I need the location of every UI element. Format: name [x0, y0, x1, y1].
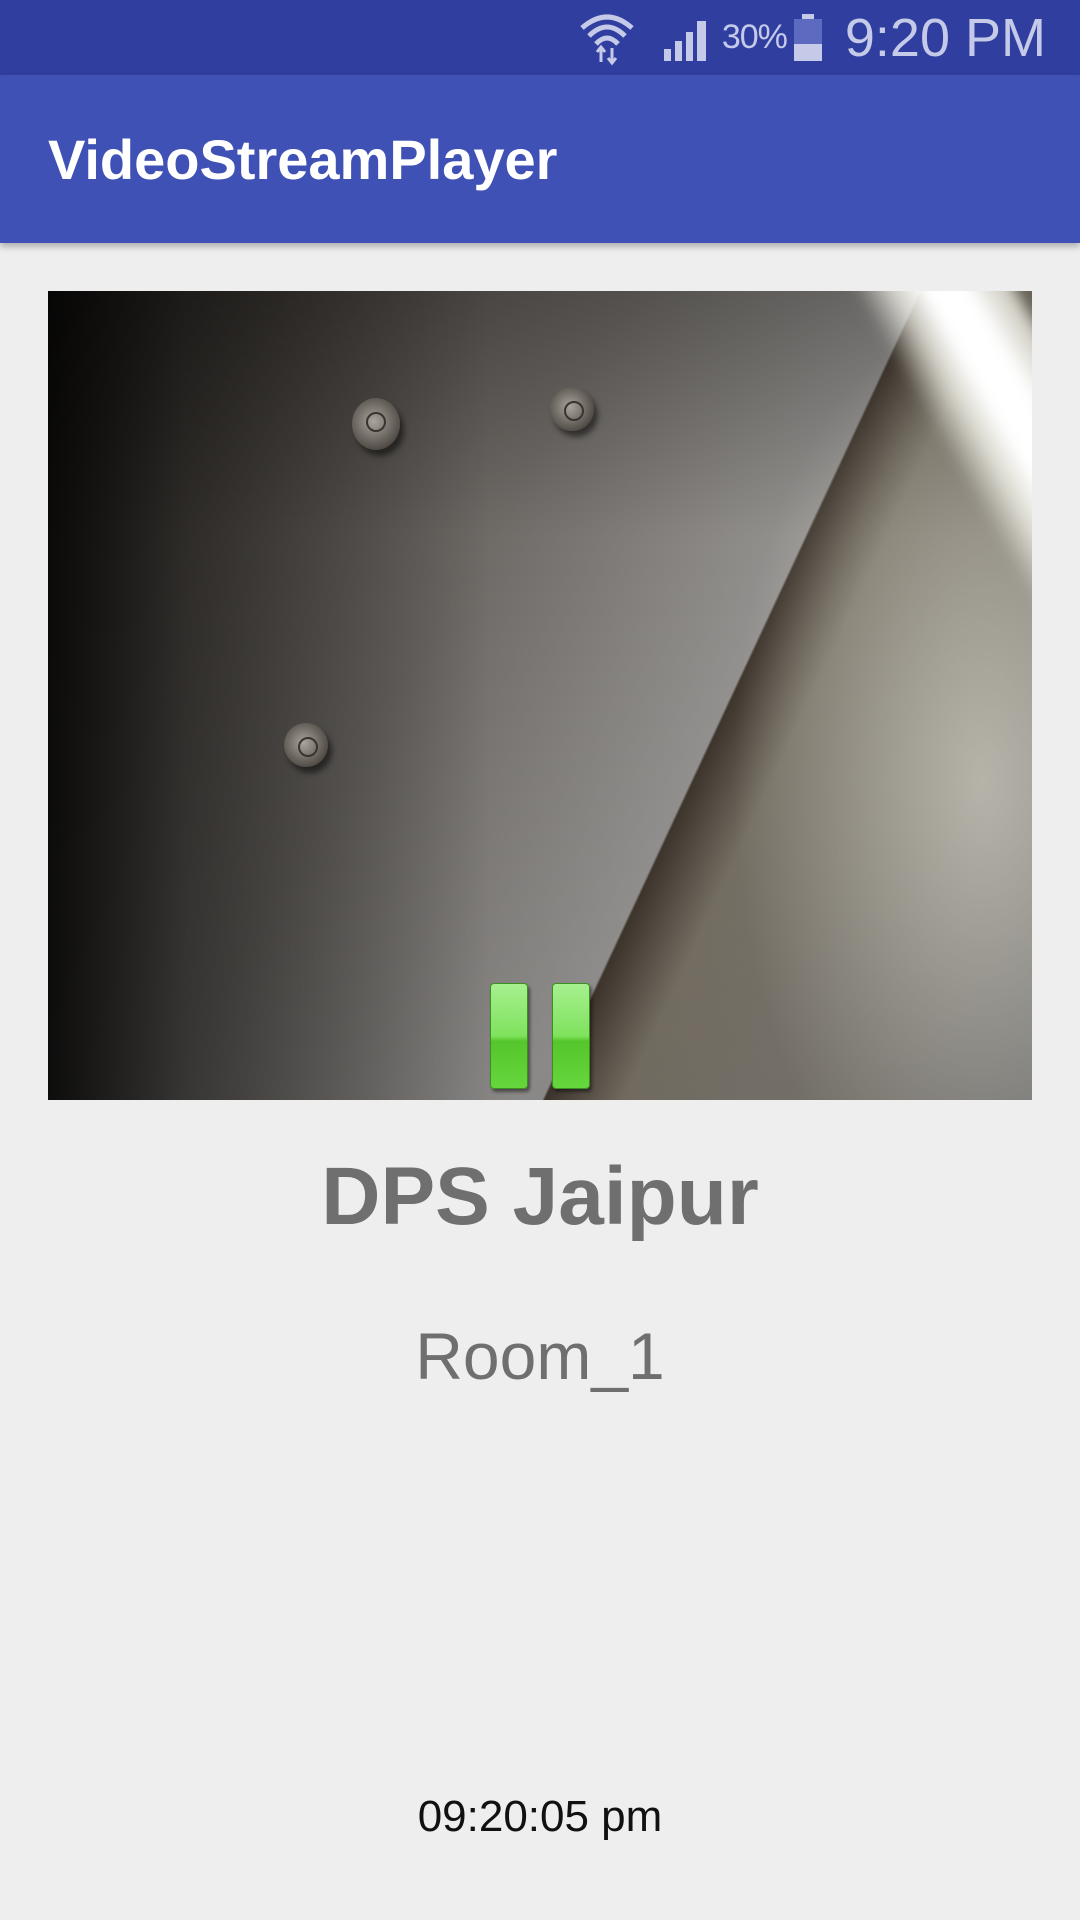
video-frame-fixture [284, 723, 328, 767]
battery-percentage: 30% [721, 18, 788, 56]
app-bar: VideoStreamPlayer [0, 75, 1080, 243]
battery-icon [793, 13, 822, 61]
app-title: VideoStreamPlayer [48, 128, 558, 191]
video-frame-fixture [352, 398, 400, 450]
video-stream-view[interactable] [48, 291, 1032, 1100]
pause-icon [552, 983, 590, 1089]
status-clock: 9:20 PM [844, 7, 1046, 68]
status-bar: 30% 9:20 PM [0, 0, 1080, 75]
video-frame-fixture [550, 387, 594, 431]
school-name: DPS Jaipur [321, 1151, 759, 1242]
stream-timestamp: 09:20:05 pm [417, 1792, 663, 1841]
pause-icon [490, 983, 528, 1089]
signal-icon [663, 16, 706, 61]
room-name: Room_1 [415, 1319, 665, 1393]
status-icons: 30% 9:20 PM [578, 0, 1046, 75]
wifi-icon [580, 14, 634, 65]
pause-button[interactable] [490, 983, 590, 1089]
